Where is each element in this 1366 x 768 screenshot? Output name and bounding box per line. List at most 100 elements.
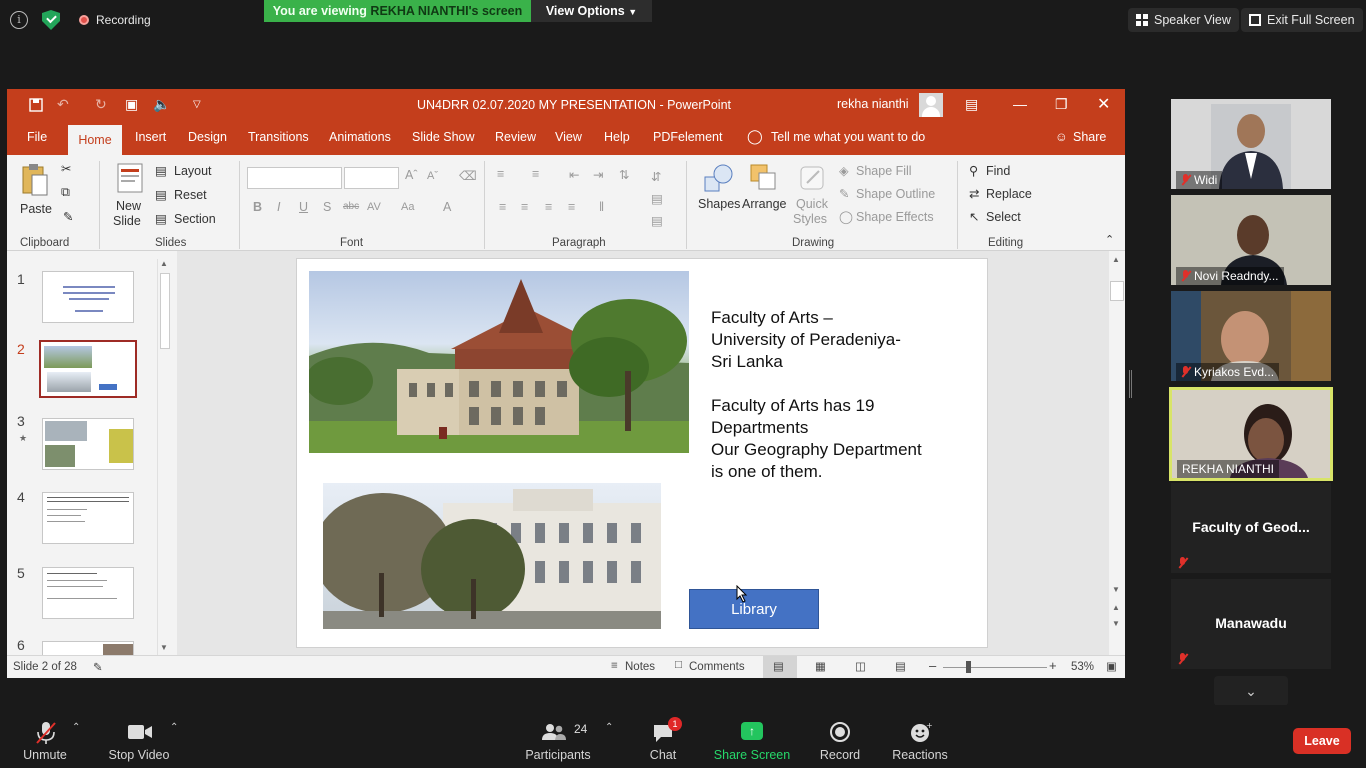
- participants-button[interactable]: 24 Participants: [522, 705, 594, 765]
- arrange-label[interactable]: Arrange: [742, 197, 786, 211]
- new-slide-icon[interactable]: [117, 163, 143, 193]
- spelling-icon[interactable]: ✎: [93, 660, 103, 674]
- gallery-resize-handle[interactable]: [1129, 370, 1132, 398]
- slide-thumbnail-2[interactable]: [39, 340, 137, 398]
- scroll-thumb[interactable]: [160, 273, 170, 349]
- columns-icon[interactable]: ‖: [599, 200, 604, 214]
- clear-format-icon[interactable]: ⌫: [459, 168, 477, 183]
- participant-tile-kyriakos[interactable]: Kyriakos Evd...: [1171, 291, 1331, 381]
- slide-thumbnail-3[interactable]: [42, 418, 134, 470]
- increase-font-icon[interactable]: Aˆ: [405, 168, 418, 182]
- tell-me-search[interactable]: Tell me what you want to do: [771, 130, 925, 144]
- redo-icon[interactable]: ↻: [95, 96, 107, 113]
- replace-button[interactable]: Replace: [986, 187, 1032, 201]
- zoom-out-icon[interactable]: –: [929, 658, 936, 673]
- tab-review[interactable]: Review: [495, 130, 536, 144]
- record-button[interactable]: Record: [812, 705, 868, 765]
- shapes-label[interactable]: Shapes: [698, 197, 740, 211]
- line-spacing-icon[interactable]: ⇅: [619, 167, 629, 182]
- scroll-up-icon[interactable]: ▲: [160, 259, 168, 268]
- zoom-slider[interactable]: [943, 667, 1047, 668]
- new-slide-label-2[interactable]: Slide: [113, 214, 141, 228]
- shape-outline-button[interactable]: Shape Outline: [856, 187, 935, 201]
- present-icon[interactable]: ▣: [125, 96, 138, 113]
- bold-icon[interactable]: B: [253, 200, 262, 214]
- reset-button[interactable]: Reset: [174, 188, 207, 202]
- minimize-icon[interactable]: —: [1013, 96, 1027, 112]
- slide-scrollbar[interactable]: ▲ ▼ ▲ ▼: [1109, 251, 1125, 655]
- tab-design[interactable]: Design: [188, 130, 227, 144]
- paste-label[interactable]: Paste: [20, 202, 52, 216]
- comments-button[interactable]: Comments: [689, 661, 745, 673]
- section-button[interactable]: Section: [174, 212, 216, 226]
- shape-effects-button[interactable]: Shape Effects: [856, 210, 934, 224]
- decrease-font-icon[interactable]: Aˇ: [427, 170, 438, 182]
- save-icon[interactable]: [29, 98, 43, 112]
- leave-button[interactable]: Leave: [1293, 728, 1351, 754]
- tab-insert[interactable]: Insert: [135, 130, 166, 144]
- slide-text-box[interactable]: Faculty of Arts – University of Peradeni…: [711, 307, 971, 483]
- library-button[interactable]: Library: [689, 589, 819, 629]
- audio-options-caret-icon[interactable]: ⌃: [72, 722, 80, 733]
- zoom-slider-thumb[interactable]: [966, 661, 971, 673]
- select-button[interactable]: Select: [986, 210, 1021, 224]
- speaker-view-button[interactable]: Speaker View: [1128, 8, 1239, 32]
- video-options-caret-icon[interactable]: ⌃: [170, 722, 178, 733]
- unmute-button[interactable]: Unmute: [14, 705, 76, 765]
- font-size-combo[interactable]: [344, 167, 399, 189]
- slideshow-view-icon[interactable]: ▤: [895, 659, 906, 673]
- participant-tile-widi[interactable]: Widi: [1171, 99, 1331, 189]
- find-button[interactable]: Find: [986, 164, 1010, 178]
- scroll-down-icon[interactable]: ▼: [1112, 585, 1120, 594]
- view-options-button[interactable]: View Options ▼: [531, 0, 652, 22]
- underline-icon[interactable]: U: [299, 200, 308, 214]
- gallery-next-page-button[interactable]: ⌄: [1214, 676, 1288, 706]
- slide-thumbnail-1[interactable]: [42, 271, 134, 323]
- quick-styles-label-2[interactable]: Styles: [793, 212, 827, 226]
- scroll-thumb[interactable]: [1110, 281, 1124, 301]
- previous-slide-icon[interactable]: ▲: [1112, 603, 1120, 612]
- tab-view[interactable]: View: [555, 130, 582, 144]
- tab-home[interactable]: Home: [68, 125, 122, 155]
- exit-fullscreen-button[interactable]: Exit Full Screen: [1241, 8, 1363, 32]
- user-avatar-icon[interactable]: [919, 93, 943, 117]
- speaker-icon[interactable]: 🔈: [153, 96, 170, 113]
- zoom-level[interactable]: 53%: [1071, 661, 1094, 673]
- text-direction-icon[interactable]: ⇵: [651, 169, 661, 184]
- font-family-combo[interactable]: [247, 167, 342, 189]
- quick-styles-icon[interactable]: [799, 163, 827, 193]
- slide-thumbnail-5[interactable]: [42, 567, 134, 619]
- notes-button[interactable]: Notes: [625, 661, 655, 673]
- encryption-shield-icon[interactable]: [42, 10, 60, 30]
- copy-icon[interactable]: ⧉: [61, 185, 70, 200]
- undo-icon[interactable]: ↶: [57, 96, 69, 113]
- align-center-icon[interactable]: ≡: [521, 200, 528, 214]
- italic-icon[interactable]: I: [277, 200, 280, 214]
- tab-transitions[interactable]: Transitions: [248, 130, 309, 144]
- thumbnail-scrollbar[interactable]: ▲ ▼: [157, 259, 171, 655]
- participants-options-caret-icon[interactable]: ⌃: [605, 722, 613, 733]
- cut-icon[interactable]: ✂: [61, 161, 71, 176]
- decrease-indent-icon[interactable]: ⇤: [569, 167, 579, 182]
- change-case-icon[interactable]: Aa: [401, 201, 414, 213]
- shape-fill-button[interactable]: Shape Fill: [856, 164, 912, 178]
- tab-file[interactable]: File: [27, 130, 47, 144]
- char-spacing-icon[interactable]: AV: [367, 201, 381, 213]
- faculty-building-photo[interactable]: [309, 271, 689, 453]
- align-right-icon[interactable]: ≡: [545, 200, 552, 214]
- close-icon[interactable]: ✕: [1097, 94, 1110, 114]
- tab-slide-show[interactable]: Slide Show: [412, 130, 475, 144]
- layout-button[interactable]: Layout: [174, 164, 212, 178]
- ppt-user-name[interactable]: rekha nianthi: [837, 97, 909, 111]
- shapes-icon[interactable]: [703, 163, 733, 193]
- next-slide-icon[interactable]: ▼: [1112, 619, 1120, 628]
- smartart-icon[interactable]: ▤: [651, 213, 663, 228]
- new-slide-label-1[interactable]: New: [116, 199, 141, 213]
- info-icon[interactable]: i: [10, 11, 28, 29]
- participant-tile-novi[interactable]: Novi Readndy...: [1171, 195, 1331, 285]
- scroll-down-icon[interactable]: ▼: [160, 643, 168, 652]
- zoom-in-icon[interactable]: +: [1049, 658, 1057, 673]
- increase-indent-icon[interactable]: ⇥: [593, 167, 603, 182]
- strikethrough-icon[interactable]: abc: [343, 201, 359, 212]
- align-left-icon[interactable]: ≡: [499, 200, 506, 214]
